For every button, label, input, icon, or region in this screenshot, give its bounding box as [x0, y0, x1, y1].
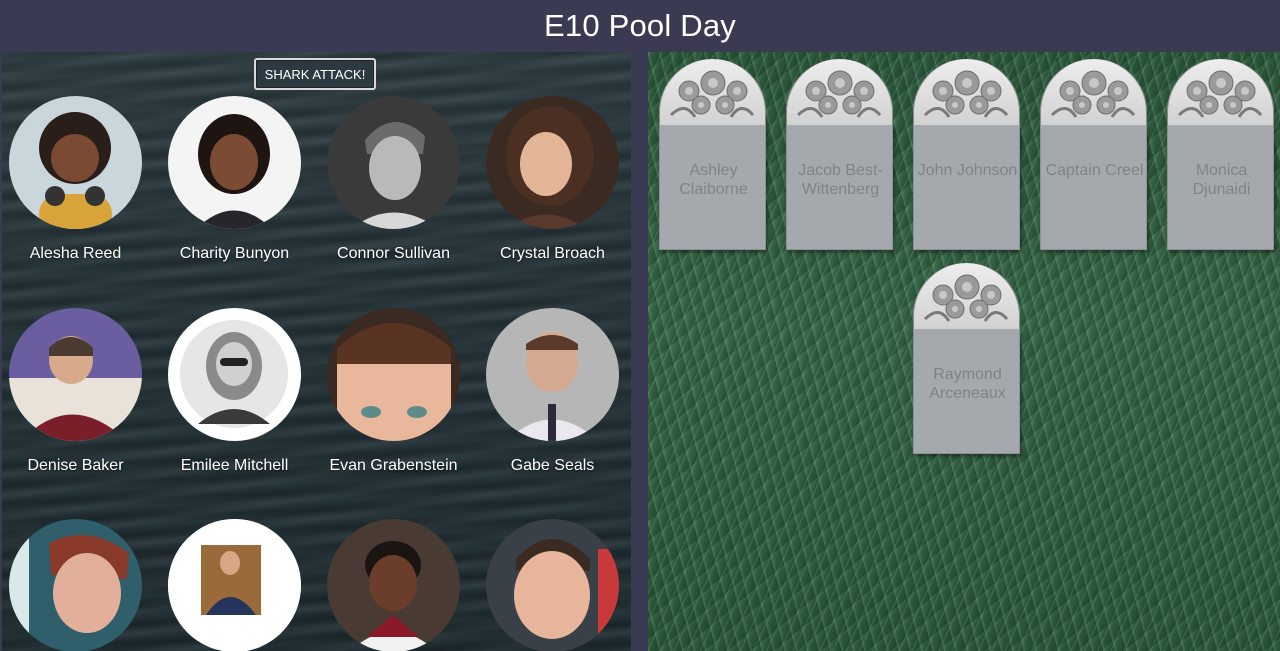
avatar: [327, 519, 460, 651]
avatar: [486, 308, 619, 441]
flower-carving-icon: [1050, 70, 1136, 118]
tombstone[interactable]: Monica Djunaidi: [1167, 59, 1274, 250]
avatar: [486, 519, 619, 651]
tombstone-name: John Johnson: [917, 162, 1018, 179]
tombstone[interactable]: John Johnson: [913, 59, 1020, 250]
swimmer-card[interactable]: [3, 519, 162, 651]
swimmer-name: Crystal Broach: [500, 245, 605, 262]
swimmer-card[interactable]: Charity Bunyon: [162, 96, 321, 276]
swimmer-card[interactable]: Crystal Broach: [480, 96, 631, 276]
avatar: [327, 96, 460, 229]
avatar: [9, 308, 142, 441]
avatar: [327, 308, 460, 441]
graveyard-panel: Ashley Claiborne Jacob Best-Wittenberg J…: [648, 52, 1280, 651]
avatar: [9, 519, 142, 651]
swimmer-card[interactable]: [321, 519, 480, 651]
swimmer-card[interactable]: Connor Sullivan: [321, 96, 480, 276]
swimmer-card[interactable]: [162, 519, 321, 651]
avatar: [168, 519, 301, 651]
tombstone-name: Captain Creel: [1045, 162, 1144, 179]
flower-carving-icon: [796, 70, 882, 118]
avatar: [168, 308, 301, 441]
swimmer-name: Denise Baker: [27, 457, 124, 474]
app-header: E10 Pool Day: [0, 0, 1280, 52]
avatar: [486, 96, 619, 229]
swimmer-name: Gabe Seals: [510, 457, 595, 474]
swimmer-card[interactable]: Gabe Seals: [480, 308, 631, 488]
swimmer-card[interactable]: Evan Grabenstein: [321, 308, 480, 488]
tombstone[interactable]: Raymond Arceneaux: [913, 263, 1020, 454]
tombstone-name: Raymond Arceneaux: [929, 366, 1006, 402]
swimmer-name: Charity Bunyon: [179, 245, 290, 262]
tombstone-name: Ashley Claiborne: [679, 162, 748, 198]
flower-carving-icon: [923, 274, 1009, 322]
swimmer-name: Connor Sullivan: [337, 245, 450, 262]
flower-carving-icon: [669, 70, 755, 118]
tombstone[interactable]: Ashley Claiborne: [659, 59, 766, 250]
flower-carving-icon: [1177, 70, 1263, 118]
swimmer-card[interactable]: Emilee Mitchell: [162, 308, 321, 488]
avatar: [9, 96, 142, 229]
tombstone[interactable]: Captain Creel: [1040, 59, 1147, 250]
tombstone-name: Jacob Best-Wittenberg: [798, 162, 883, 198]
flower-carving-icon: [923, 70, 1009, 118]
swimmer-card[interactable]: [480, 519, 631, 651]
swimmer-name: Alesha Reed: [29, 245, 122, 262]
pool-panel: Alesha Reed Charity Bunyon Connor Sulliv…: [2, 52, 631, 651]
tombstone[interactable]: Jacob Best-Wittenberg: [786, 59, 893, 250]
swimmer-card[interactable]: Denise Baker: [3, 308, 162, 488]
page-title: E10 Pool Day: [544, 8, 736, 43]
swimmer-grid: Alesha Reed Charity Bunyon Connor Sulliv…: [2, 52, 631, 651]
swimmer-name: Evan Grabenstein: [329, 457, 458, 474]
shark-attack-button[interactable]: SHARK ATTACK!: [254, 58, 376, 90]
avatar: [168, 96, 301, 229]
tombstone-name: Monica Djunaidi: [1192, 162, 1251, 198]
swimmer-card[interactable]: Alesha Reed: [3, 96, 162, 276]
swimmer-name: Emilee Mitchell: [180, 457, 289, 474]
